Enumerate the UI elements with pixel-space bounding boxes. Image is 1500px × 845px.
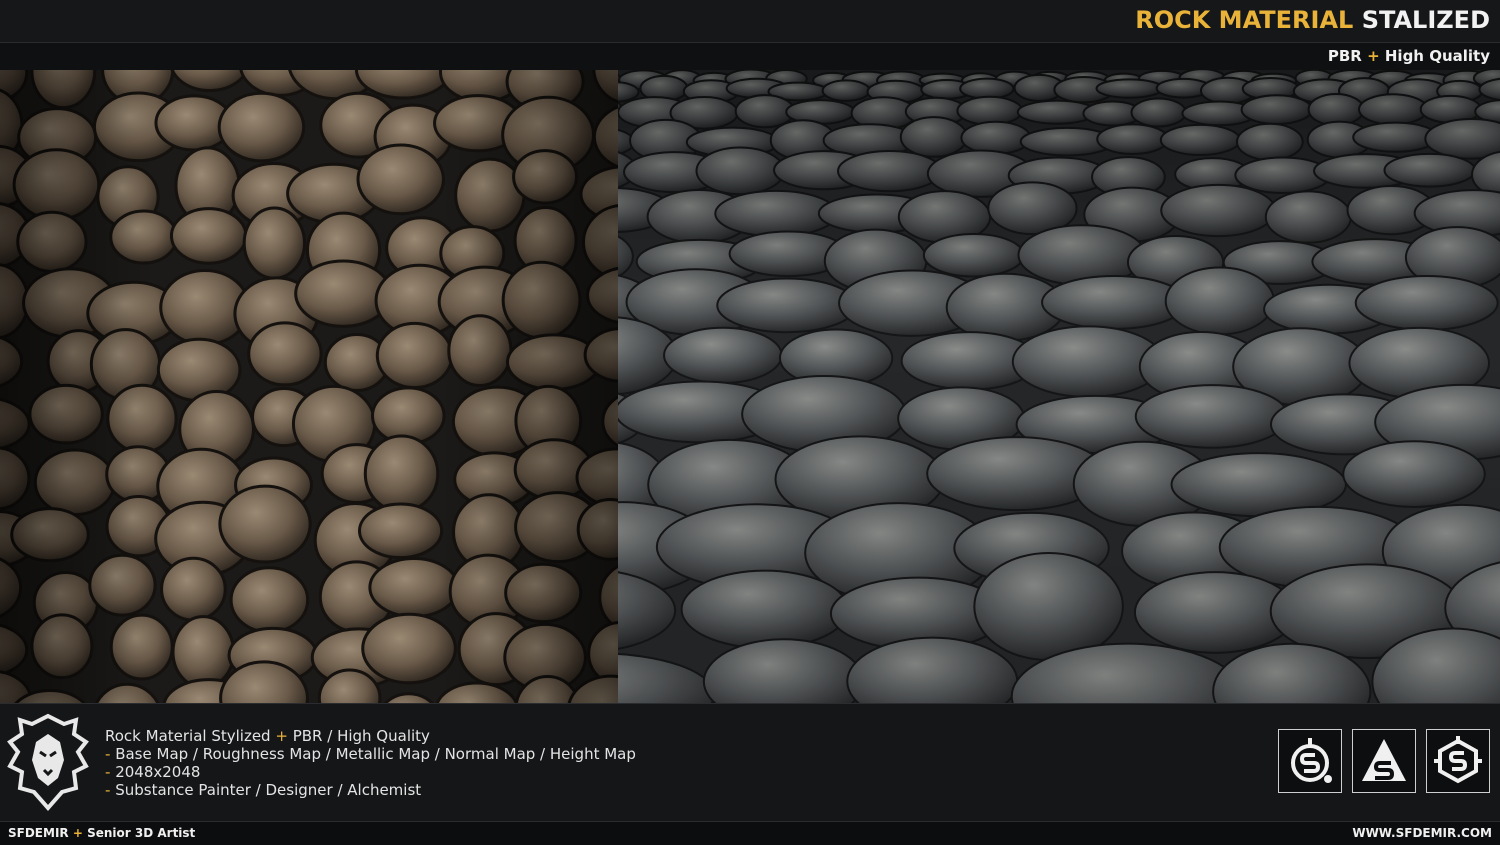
substance-designer-icon (1352, 729, 1416, 793)
subtitle-pbr: PBR (1327, 47, 1362, 65)
info-dash: - (105, 745, 111, 763)
lion-logo-icon (7, 713, 89, 812)
subtitle-plus: + (1367, 47, 1380, 65)
header-bar: ROCK MATERIAL STALIZED (0, 0, 1500, 42)
material-preview (0, 70, 1500, 703)
substance-painter-icon (1278, 729, 1342, 793)
info-line-1: Rock Material Stylized + PBR / High Qual… (105, 727, 636, 745)
info-line-3: - 2048x2048 (105, 763, 636, 781)
info-quality: PBR / High Quality (292, 727, 430, 745)
info-resolution: 2048x2048 (115, 763, 201, 781)
software-icons (1278, 729, 1490, 793)
page-title: ROCK MATERIAL STALIZED (1135, 6, 1490, 34)
info-line-2: - Base Map / Roughness Map / Metallic Ma… (105, 745, 636, 763)
subheader-bar: PBR + High Quality (0, 42, 1500, 71)
info-plus: + (275, 727, 288, 745)
author-name: SFDEMIR (8, 826, 69, 840)
info-dash: - (105, 781, 111, 799)
substance-alchemist-icon (1426, 729, 1490, 793)
subtitle-quality: High Quality (1384, 47, 1490, 65)
material-info: Rock Material Stylized + PBR / High Qual… (105, 727, 636, 799)
footer-bar: SFDEMIR + Senior 3D Artist WWW.SFDEMIR.C… (0, 821, 1500, 845)
title-secondary: STALIZED (1361, 6, 1490, 34)
rock-render-image (0, 70, 1500, 703)
info-software: Substance Painter / Designer / Alchemist (115, 781, 422, 799)
author-credit: SFDEMIR + Senior 3D Artist (8, 826, 195, 840)
info-dash: - (105, 763, 111, 781)
author-role: Senior 3D Artist (87, 826, 196, 840)
website-link[interactable]: WWW.SFDEMIR.COM (1352, 826, 1492, 840)
author-plus: + (72, 826, 83, 840)
info-maps: Base Map / Roughness Map / Metallic Map … (115, 745, 636, 763)
title-primary: ROCK MATERIAL (1135, 6, 1354, 34)
info-title: Rock Material Stylized (105, 727, 271, 745)
page-subtitle: PBR + High Quality (1328, 47, 1490, 65)
info-line-4: - Substance Painter / Designer / Alchemi… (105, 781, 636, 799)
